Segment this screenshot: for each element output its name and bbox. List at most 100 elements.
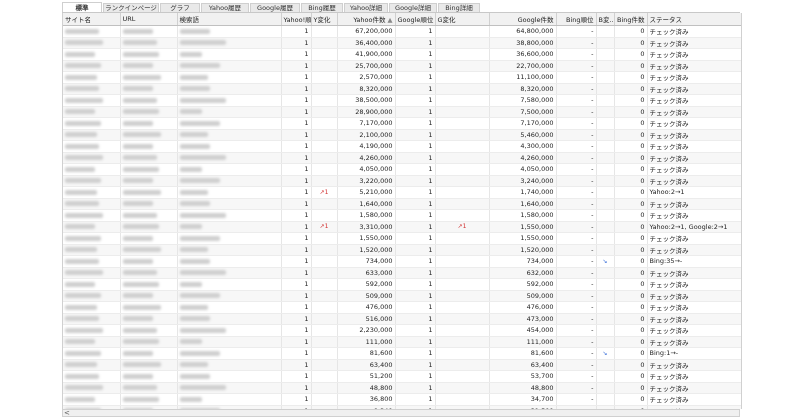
redacted-text xyxy=(179,212,226,218)
table-row[interactable]: 1 67,200,000 1 64,800,000-0 チェック済み xyxy=(63,25,741,38)
col-header-keyword[interactable]: 検索語 xyxy=(177,13,282,26)
cell-google-count: 64,800,000 xyxy=(489,25,557,38)
redacted-text xyxy=(122,189,161,195)
table-row[interactable]: 1 7,170,000 1 7,170,000-0 チェック済み xyxy=(63,117,741,130)
col-header-site[interactable]: サイト名 xyxy=(63,13,121,26)
col-header-yahoo-rank[interactable]: Yahoo!順位 xyxy=(281,13,312,26)
col-header-y-change[interactable]: Y変化 xyxy=(311,13,338,26)
redacted-text xyxy=(122,28,153,34)
cell-bing-count: 0 xyxy=(614,370,648,383)
table-row[interactable]: 1 509,000 1 509,000-0 チェック済み xyxy=(63,290,741,302)
tab-2[interactable]: グラフ xyxy=(160,3,200,12)
cell-y-change xyxy=(311,94,338,107)
table-row[interactable]: 1 3,220,000 1 3,240,000-0 チェック済み xyxy=(63,175,741,187)
col-header-google-rank[interactable]: Google順位 xyxy=(395,13,436,26)
table-row[interactable]: 1 592,000 1 592,000-0 チェック済み xyxy=(63,278,741,291)
cell-google-rank: 1 xyxy=(395,48,436,61)
tab-1[interactable]: ランクインページ xyxy=(103,3,159,12)
table-row[interactable]: 1 476,000 1 476,000-0 チェック済み xyxy=(63,301,741,314)
cell-url xyxy=(120,37,178,49)
table-row[interactable]: 1 63,400 1 63,400-0 チェック済み xyxy=(63,359,741,371)
cell-y-change xyxy=(311,152,338,164)
table-row[interactable]: 1 2,570,000 1 11,100,000-0 チェック済み xyxy=(63,71,741,84)
tab-6[interactable]: Yahoo詳細 xyxy=(344,3,388,12)
col-header-bing-rank[interactable]: Bing順位 xyxy=(556,13,597,26)
cell-status: チェック済み xyxy=(647,267,741,279)
table-row[interactable]: 1 36,800 1 34,700-0 チェック済み xyxy=(63,393,741,406)
cell-y-change xyxy=(311,71,338,84)
redacted-text xyxy=(65,304,97,310)
cell-bing-count: 0 xyxy=(614,152,648,164)
col-header-g-change[interactable]: G変化 xyxy=(435,13,490,26)
cell-yahoo-rank: 1 xyxy=(281,347,312,360)
cell-url xyxy=(120,393,178,406)
tab-3[interactable]: Yahoo履歴 xyxy=(201,3,249,12)
table-row[interactable]: 1 111,000 1 111,000-0 チェック済み xyxy=(63,336,741,348)
cell-bing-rank: - xyxy=(556,186,597,199)
redacted-text xyxy=(65,166,95,172)
table-row[interactable]: 1 734,000 1 734,000- ↘ 0 Bing:35→- xyxy=(63,255,741,268)
table-row[interactable]: 1 48,800 1 48,800-0 チェック済み xyxy=(63,382,741,394)
cell-y-change xyxy=(311,393,338,406)
table-row[interactable]: 1 1,580,000 1 1,580,000-0 チェック済み xyxy=(63,209,741,222)
table-row[interactable]: 1 38,500,000 1 7,580,000-0 チェック済み xyxy=(63,94,741,107)
cell-keyword xyxy=(177,232,282,245)
table-row[interactable]: 1 2,230,000 1 454,000-0 チェック済み xyxy=(63,324,741,337)
cell-status: チェック済み xyxy=(647,232,741,245)
table-row[interactable]: 1 4,260,000 1 4,260,000-0 チェック済み xyxy=(63,152,741,164)
tab-8[interactable]: Bing詳細 xyxy=(438,3,480,12)
cell-google-rank: 1 xyxy=(395,94,436,107)
cell-status: チェック済み xyxy=(647,382,741,394)
table-row[interactable]: 1 41,900,000 1 36,600,000-0 チェック済み xyxy=(63,48,741,61)
redacted-text xyxy=(122,97,157,103)
cell-bing-count: 0 xyxy=(614,278,648,291)
horizontal-scrollbar[interactable]: < xyxy=(62,409,740,417)
col-header-b-change[interactable]: B変... xyxy=(596,13,615,26)
tab-4[interactable]: Google履歴 xyxy=(250,3,300,12)
table-row[interactable]: 1 633,000 1 632,000-0 チェック済み xyxy=(63,267,741,279)
redacted-text xyxy=(179,385,226,391)
tab-7[interactable]: Google詳細 xyxy=(389,3,437,12)
cell-url xyxy=(120,370,178,383)
cell-url xyxy=(120,106,178,118)
table-row[interactable]: 1 81,600 1 81,600- ↘ 0 Bing:1→- xyxy=(63,347,741,360)
table-row[interactable]: 1 ↗1 5,210,000 1 1,740,000-0 Yahoo:2→1 xyxy=(63,186,741,199)
redacted-text xyxy=(65,143,99,149)
table-row[interactable]: 1 1,550,000 1 1,550,000-0 チェック済み xyxy=(63,232,741,245)
cell-google-count: 592,000 xyxy=(489,278,557,291)
table-row[interactable]: 1 51,200 1 53,700-0 チェック済み xyxy=(63,370,741,383)
col-header-bing-count[interactable]: Bing件数 xyxy=(614,13,648,26)
table-row[interactable]: 1 2,100,000 1 5,460,000-0 チェック済み xyxy=(63,129,741,141)
table-row[interactable]: 1 1,520,000 1 1,520,000-0 チェック済み xyxy=(63,244,741,256)
table-row[interactable]: 1 ↗1 3,310,000 1 ↗1 1,550,000-0 Yahoo:2→1, Goo… xyxy=(63,221,741,233)
table-row[interactable]: 1 1,640,000 1 1,640,000-0 チェック済み xyxy=(63,198,741,210)
col-header-yahoo-count[interactable]: Yahoo件数 ▲ xyxy=(337,13,396,26)
col-header-google-count[interactable]: Google件数 xyxy=(489,13,557,26)
cell-yahoo-rank: 1 xyxy=(281,186,312,199)
redacted-text xyxy=(122,293,153,299)
cell-keyword xyxy=(177,255,282,268)
cell-yahoo-count: 51,200 xyxy=(337,370,396,383)
scroll-left-arrow-icon[interactable]: < xyxy=(64,409,70,417)
table-row[interactable]: 1 8,320,000 1 8,320,000-0 チェック済み xyxy=(63,83,741,95)
cell-keyword xyxy=(177,48,282,61)
cell-keyword xyxy=(177,301,282,314)
cell-url xyxy=(120,129,178,141)
table-row[interactable]: 1 25,700,000 1 22,700,000-0 チェック済み xyxy=(63,60,741,72)
table-row[interactable]: 1 516,000 1 473,000-0 チェック済み xyxy=(63,313,741,325)
table-row[interactable]: 1 36,400,000 1 38,800,000-0 チェック済み xyxy=(63,37,741,49)
cell-site xyxy=(63,336,121,348)
tab-5[interactable]: Bing履歴 xyxy=(301,3,343,12)
cell-yahoo-count: 592,000 xyxy=(337,278,396,291)
table-row[interactable]: 1 4,190,000 1 4,300,000-0 チェック済み xyxy=(63,140,741,153)
table-row[interactable]: 1 4,050,000 1 4,050,000-0 チェック済み xyxy=(63,163,741,176)
table-row[interactable]: 1 28,900,000 1 7,500,000-0 チェック済み xyxy=(63,106,741,118)
cell-bing-rank: - xyxy=(556,106,597,118)
col-header-url[interactable]: URL xyxy=(120,13,178,26)
cell-bing-count: 0 xyxy=(614,175,648,187)
redacted-text xyxy=(179,316,210,322)
redacted-text xyxy=(65,316,99,322)
col-header-status[interactable]: ステータス xyxy=(647,13,741,26)
tab-0[interactable]: 標準 xyxy=(62,2,102,12)
cell-bing-rank: - xyxy=(556,48,597,61)
